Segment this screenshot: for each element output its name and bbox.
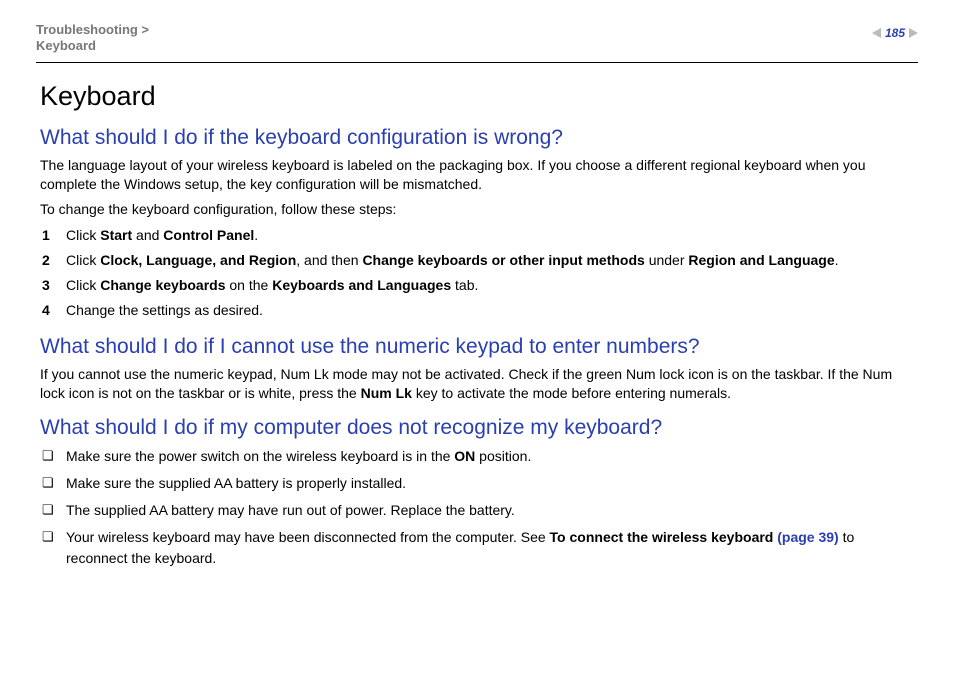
- page-number-nav: 185: [872, 26, 918, 40]
- check-item: ❏ Make sure the supplied AA battery is p…: [42, 473, 918, 494]
- step-text: Click Change keyboards on the Keyboards …: [66, 275, 478, 296]
- page-link[interactable]: (page 39): [773, 529, 838, 545]
- body-text: If you cannot use the numeric keypad, Nu…: [40, 365, 918, 403]
- step-item: 2 Click Clock, Language, and Region, and…: [42, 250, 918, 271]
- check-item: ❏ Make sure the power switch on the wire…: [42, 446, 918, 467]
- checkbox-bullet-icon: ❏: [42, 446, 66, 467]
- header-divider: [36, 62, 918, 63]
- step-number: 3: [42, 275, 66, 296]
- check-text: The supplied AA battery may have run out…: [66, 500, 515, 521]
- step-number: 2: [42, 250, 66, 271]
- next-page-icon[interactable]: [909, 28, 918, 38]
- step-number: 4: [42, 300, 66, 321]
- breadcrumb: Troubleshooting > Keyboard: [36, 22, 918, 55]
- breadcrumb-line-2: Keyboard: [36, 38, 918, 54]
- checklist: ❏ Make sure the power switch on the wire…: [42, 446, 918, 569]
- section-heading-config: What should I do if the keyboard configu…: [40, 126, 918, 150]
- section-heading-recognize: What should I do if my computer does not…: [40, 416, 918, 440]
- check-item: ❏ Your wireless keyboard may have been d…: [42, 527, 918, 569]
- numbered-steps: 1 Click Start and Control Panel. 2 Click…: [42, 225, 918, 321]
- check-text: Make sure the supplied AA battery is pro…: [66, 473, 406, 494]
- step-text: Change the settings as desired.: [66, 300, 263, 321]
- step-text: Click Start and Control Panel.: [66, 225, 258, 246]
- check-text: Make sure the power switch on the wirele…: [66, 446, 531, 467]
- section-heading-numpad: What should I do if I cannot use the num…: [40, 335, 918, 359]
- page-header: Troubleshooting > Keyboard 185: [36, 22, 918, 60]
- step-number: 1: [42, 225, 66, 246]
- step-text: Click Clock, Language, and Region, and t…: [66, 250, 839, 271]
- step-item: 1 Click Start and Control Panel.: [42, 225, 918, 246]
- page-number: 185: [885, 26, 905, 40]
- check-text: Your wireless keyboard may have been dis…: [66, 527, 918, 569]
- step-item: 4 Change the settings as desired.: [42, 300, 918, 321]
- body-text: To change the keyboard configuration, fo…: [40, 200, 918, 219]
- body-text: The language layout of your wireless key…: [40, 156, 918, 194]
- checkbox-bullet-icon: ❏: [42, 473, 66, 494]
- checkbox-bullet-icon: ❏: [42, 500, 66, 521]
- prev-page-icon[interactable]: [872, 28, 881, 38]
- document-page: Troubleshooting > Keyboard 185 Keyboard …: [0, 0, 954, 674]
- breadcrumb-line-1: Troubleshooting >: [36, 22, 918, 38]
- step-item: 3 Click Change keyboards on the Keyboard…: [42, 275, 918, 296]
- page-title: Keyboard: [40, 81, 918, 112]
- checkbox-bullet-icon: ❏: [42, 527, 66, 569]
- check-item: ❏ The supplied AA battery may have run o…: [42, 500, 918, 521]
- page-content: Keyboard What should I do if the keyboar…: [36, 81, 918, 569]
